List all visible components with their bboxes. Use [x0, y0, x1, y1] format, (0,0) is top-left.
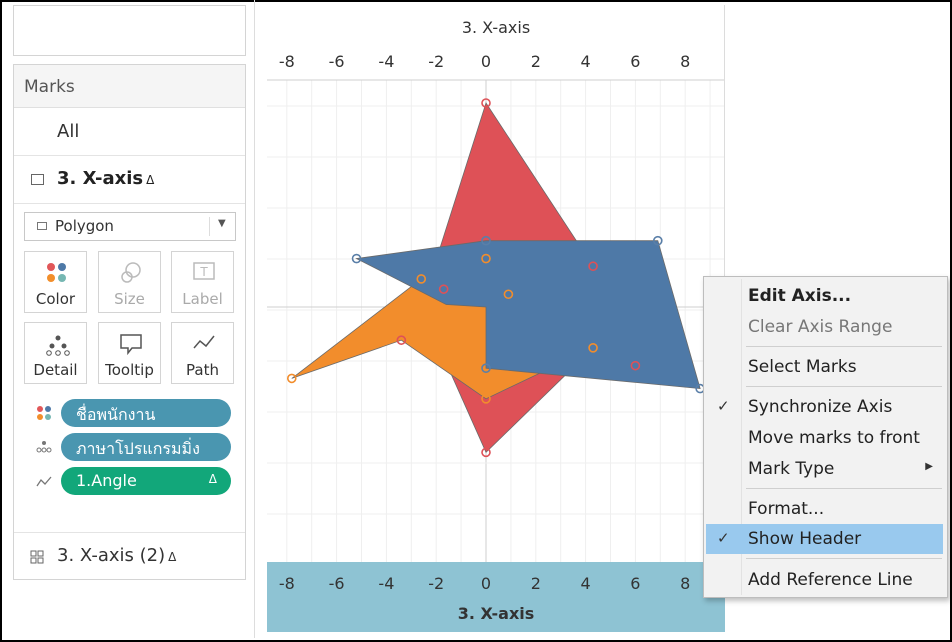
menu-separator [746, 346, 942, 347]
color-dots-icon [37, 406, 51, 420]
marks-title: Marks [24, 77, 75, 97]
check-icon: ✓ [717, 397, 730, 415]
menu-item-add-reference-line-label: Add Reference Line [748, 570, 913, 590]
menu-item-show-header[interactable]: ✓ Show Header [706, 524, 943, 554]
menu-item-edit-axis-label: Edit Axis... [748, 286, 852, 306]
pill-angle[interactable]: 1.Angle Δ [61, 467, 231, 495]
menu-separator [746, 488, 942, 489]
x-tick-label: 2 [531, 52, 541, 71]
delta-icon: Δ [208, 472, 217, 486]
menu-item-edit-axis[interactable]: Edit Axis... [704, 281, 947, 311]
x-tick-label: 2 [531, 574, 541, 593]
label-button[interactable]: T Label [171, 251, 234, 313]
marks-header: Marks [14, 65, 245, 108]
mark-type-value: Polygon [55, 217, 114, 235]
marks-sheet2-row[interactable]: 3. X-axis (2) Δ [14, 532, 245, 579]
marks-all-row[interactable]: All [14, 108, 245, 156]
detail-button[interactable]: Detail [24, 322, 87, 384]
x-tick-label: 0 [481, 574, 491, 593]
menu-item-select-marks-label: Select Marks [748, 357, 857, 377]
marks-sheet2-label: 3. X-axis (2) [57, 545, 166, 566]
menu-item-show-header-label: Show Header [748, 529, 862, 549]
dropdown-separator [209, 217, 210, 236]
pill-employee-name-label: ชื่อพนักงาน [76, 405, 156, 424]
x-tick-label: -8 [279, 52, 295, 71]
menu-item-format-label: Format... [748, 499, 825, 519]
x-tick-label: -2 [428, 574, 444, 593]
size-icon [121, 262, 141, 283]
x-tick-label: 8 [680, 52, 690, 71]
pill-employee-name[interactable]: ชื่อพนักงาน [61, 399, 231, 427]
submenu-arrow-icon: ▶ [925, 461, 933, 472]
chevron-down-icon: ▼ [218, 218, 226, 229]
menu-separator [746, 386, 942, 387]
path-icon [193, 335, 215, 349]
delta-icon: Δ [146, 173, 155, 187]
size-button-label: Size [114, 290, 145, 308]
menu-item-mark-type-label: Mark Type [748, 459, 835, 479]
tooltip-icon [120, 334, 142, 356]
detail-icon [46, 335, 70, 356]
marks-all-label: All [57, 121, 80, 142]
label-button-label: Label [182, 290, 223, 308]
marks-card: Marks All 3. X-axis Δ Polygon ▼ Color Siz… [13, 64, 246, 580]
menu-item-clear-axis-range[interactable]: Clear Axis Range [704, 312, 947, 342]
menu-item-move-marks-front-label: Move marks to front [748, 428, 920, 448]
tooltip-button[interactable]: Tooltip [98, 322, 161, 384]
path-button[interactable]: Path [171, 322, 234, 384]
top-card [13, 5, 246, 56]
pill-angle-label: 1.Angle [76, 471, 137, 490]
x-tick-label: -4 [378, 574, 394, 593]
x-tick-label: 6 [630, 574, 640, 593]
path-button-label: Path [186, 361, 219, 379]
color-button[interactable]: Color [24, 251, 87, 313]
sheet-table-icon [31, 174, 44, 185]
detail-button-label: Detail [33, 361, 78, 379]
menu-item-clear-axis-range-label: Clear Axis Range [748, 317, 893, 337]
mark-type-dropdown[interactable]: Polygon ▼ [24, 212, 236, 241]
panel-divider [254, 0, 255, 638]
marks-sheet-row[interactable]: 3. X-axis Δ [14, 156, 245, 204]
marks-sheet-label: 3. X-axis [57, 168, 144, 189]
menu-item-select-marks[interactable]: Select Marks [704, 352, 947, 382]
menu-item-synchronize-axis[interactable]: ✓ Synchronize Axis [704, 392, 947, 422]
size-button[interactable]: Size [98, 251, 161, 313]
menu-item-synchronize-axis-label: Synchronize Axis [748, 397, 893, 417]
svg-text:T: T [199, 265, 208, 279]
pill-programming-language[interactable]: ภาษาโปรแกรมมิ่ง [61, 433, 231, 461]
menu-item-move-marks-front[interactable]: Move marks to front [704, 423, 947, 453]
menu-separator [746, 558, 942, 559]
x-tick-label: 4 [581, 52, 591, 71]
x-tick-label: 4 [581, 574, 591, 593]
x-tick-label: -6 [329, 574, 345, 593]
x-tick-label: -6 [329, 52, 345, 71]
polygon-icon [37, 222, 47, 230]
menu-item-mark-type[interactable]: Mark Type ▶ [704, 454, 947, 484]
x-tick-label: -2 [428, 52, 444, 71]
chart-polygons [291, 102, 701, 454]
menu-item-format[interactable]: Format... [704, 494, 947, 524]
label-icon: T [193, 262, 215, 280]
x-tick-label: -8 [279, 574, 295, 593]
axis-context-menu: Edit Axis... Clear Axis Range Select Mar… [703, 276, 948, 598]
path-line-icon [36, 476, 52, 487]
x-tick-label: -4 [378, 52, 394, 71]
detail-dots-icon [36, 441, 52, 453]
tooltip-button-label: Tooltip [105, 361, 154, 379]
top-axis-ticks: -8 -6 -4 -2 0 2 4 6 8 [279, 52, 690, 71]
x-tick-label: 0 [481, 52, 491, 71]
polygon-chart[interactable]: -8 -6 -4 -2 0 2 4 6 8 -8 -6 -4 -2 0 2 4 6 8 [267, 5, 725, 632]
x-tick-label: 8 [680, 574, 690, 593]
bottom-axis-ticks: -8 -6 -4 -2 0 2 4 6 8 [279, 574, 690, 593]
x-tick-label: 6 [630, 52, 640, 71]
pill-programming-language-label: ภาษาโปรแกรมมิ่ง [76, 439, 200, 458]
delta-icon: Δ [168, 550, 177, 564]
menu-item-add-reference-line[interactable]: Add Reference Line [704, 565, 947, 595]
check-icon: ✓ [717, 529, 730, 547]
color-icon [47, 263, 66, 282]
multi-table-icon [30, 550, 44, 564]
color-button-label: Color [35, 290, 76, 308]
